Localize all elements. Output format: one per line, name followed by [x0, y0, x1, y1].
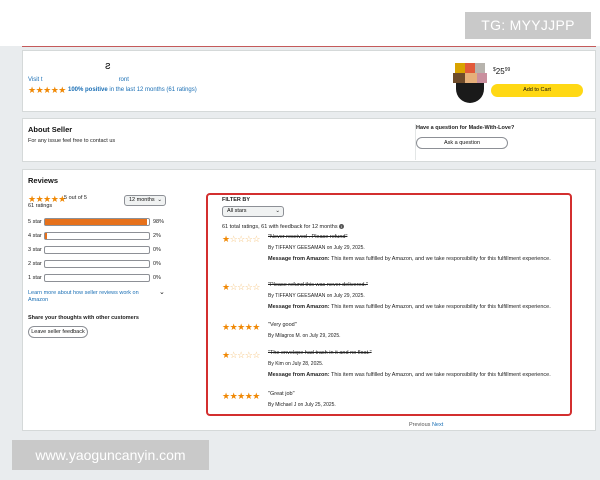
rating-bar-fill	[45, 219, 147, 225]
summary-out-of: 5 out of 5	[64, 195, 87, 201]
price: $2599	[493, 67, 511, 76]
seller-response: Message from Amazon: This item was fulfi…	[268, 256, 551, 262]
share-thoughts-title: Share your thoughts with other customers	[28, 315, 139, 321]
rating-row[interactable]: 1 star 0%	[28, 274, 168, 283]
seller-header-card: Visit t ront ƨ ★★★★★ 100% positive in the…	[22, 50, 596, 112]
review-text: "Never received . Please refund"	[268, 234, 348, 240]
star-filter-select[interactable]: All stars ⌄	[222, 206, 284, 217]
header-divider	[22, 46, 596, 47]
rating-row[interactable]: 4 star 2%	[28, 232, 168, 241]
question-title: Have a question for Made-With-Love?	[416, 125, 515, 131]
review-byline: By Michael J on July 25, 2025.	[268, 402, 336, 408]
pagination: Previous Next	[409, 422, 443, 429]
review-stars: ★★★★★	[222, 391, 260, 401]
review-byline: By Milagros M. on July 29, 2025.	[268, 333, 341, 339]
rating-bar	[44, 246, 150, 254]
about-seller-card: About Seller For any issue feel free to …	[22, 118, 596, 162]
review-stars: ★☆☆☆☆	[222, 234, 260, 244]
rating-row[interactable]: 3 star 0%	[28, 246, 168, 255]
rating-row-percent: 98%	[153, 219, 165, 225]
next-page-link[interactable]: Next	[432, 422, 443, 428]
rating-row-percent: 0%	[153, 275, 161, 281]
rating-row-percent: 0%	[153, 247, 161, 253]
review-byline: By TIFFANY GEESAMAN on July 29, 2025.	[268, 293, 365, 299]
review-stars: ★☆☆☆☆	[222, 282, 260, 292]
rating-row-label: 3 star	[28, 247, 42, 253]
review-byline: By Kim on July 28, 2025.	[268, 361, 324, 367]
previous-page-link[interactable]: Previous	[409, 422, 430, 428]
watermark-bottom: www.yaoguncanyin.com	[12, 440, 209, 470]
review-text: "Great job"	[268, 391, 295, 397]
rating-bar	[44, 232, 150, 240]
rating-row-label: 4 star	[28, 233, 42, 239]
rating-row[interactable]: 2 star 0%	[28, 260, 168, 269]
about-seller-title: About Seller	[28, 125, 73, 134]
review-list-highlight: FILTER BY All stars ⌄ 61 total ratings, …	[206, 193, 572, 416]
reviews-card: Reviews ★★★★★ 5 out of 5 61 ratings 12 m…	[22, 169, 596, 431]
filter-title: FILTER BY	[222, 197, 251, 203]
review-stars: ★★★★★	[222, 322, 260, 332]
review-text: "Very good"	[268, 322, 297, 328]
rating-bar-fill	[45, 233, 48, 239]
positive-rating-text[interactable]: 100% positive in the last 12 months (61 …	[68, 86, 197, 94]
leave-feedback-button[interactable]: Leave seller feedback	[28, 326, 88, 338]
header-rating-stars: ★★★★★	[28, 85, 66, 95]
rating-row[interactable]: 5 star 98%	[28, 218, 168, 227]
chevron-down-icon: ⌄	[157, 197, 162, 203]
watermark-top: TG: MYYJJPP	[465, 12, 591, 39]
visit-storefront-link[interactable]: Visit t ront	[28, 76, 129, 84]
rating-row-label: 2 star	[28, 261, 42, 267]
seller-response: Message from Amazon: This item was fulfi…	[268, 372, 551, 378]
learn-more-link[interactable]: Learn more about how seller reviews work…	[28, 290, 146, 304]
rating-bar	[44, 274, 150, 282]
ask-question-button[interactable]: Ask a question	[416, 137, 508, 149]
about-seller-text: For any issue feel free to contact us	[28, 138, 116, 144]
review-text: "The envelope had trash in it and no flo…	[268, 350, 372, 356]
period-select[interactable]: 12 months ⌄	[124, 195, 166, 206]
review-stars: ★☆☆☆☆	[222, 350, 260, 360]
rating-row-percent: 2%	[153, 233, 161, 239]
reviews-title: Reviews	[28, 176, 59, 185]
rating-bar	[44, 260, 150, 268]
review-byline: By TIFFANY GEESAMAN on July 29, 2025.	[268, 245, 365, 251]
seller-name-mark: ƨ	[105, 60, 111, 72]
info-icon[interactable]: i	[339, 224, 345, 230]
rating-row-label: 1 star	[28, 275, 42, 281]
rating-row-label: 5 star	[28, 219, 42, 225]
add-to-cart-button[interactable]: Add to Cart	[491, 84, 583, 97]
chevron-down-icon[interactable]: ⌄	[159, 288, 165, 296]
ratings-count: 61 ratings	[28, 203, 53, 209]
product-thumbnail[interactable]	[453, 63, 491, 103]
review-text: "Please refund this was never delivered.…	[268, 282, 368, 288]
chevron-down-icon: ⌄	[275, 208, 280, 214]
rating-row-percent: 0%	[153, 261, 161, 267]
rating-bar	[44, 218, 150, 226]
total-ratings-text: 61 total ratings, 61 with feedback for 1…	[222, 224, 345, 231]
seller-response: Message from Amazon: This item was fulfi…	[268, 304, 551, 310]
